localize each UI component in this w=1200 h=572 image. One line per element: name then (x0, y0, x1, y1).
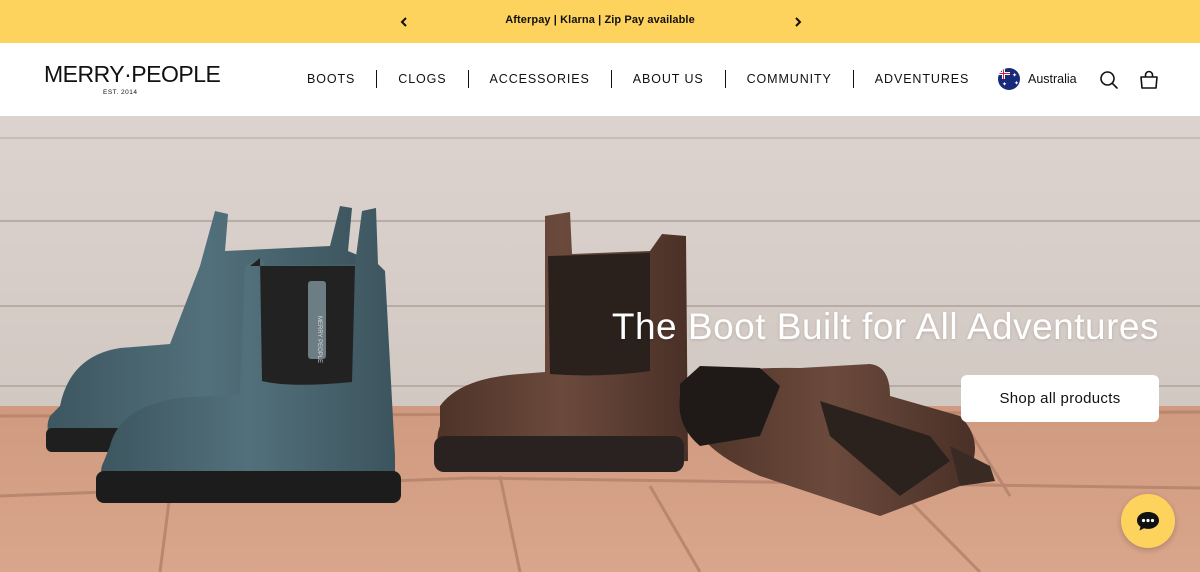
shop-all-products-button[interactable]: Shop all products (961, 375, 1159, 422)
nav-item-clogs[interactable]: CLOGS (377, 72, 467, 86)
locale-label: Australia (1028, 72, 1077, 86)
hero-title: The Boot Built for All Adventures (611, 306, 1159, 347)
nav-item-boots[interactable]: BOOTS (286, 72, 376, 86)
logo-tagline: EST. 2014 (103, 89, 138, 96)
brand-logo[interactable]: MERRY·PEOPLE EST. 2014 (44, 61, 221, 102)
nav-item-about-us[interactable]: ABOUT US (612, 72, 725, 86)
search-icon[interactable] (1098, 69, 1120, 91)
nav-item-adventures[interactable]: ADVENTURES (854, 72, 990, 86)
announcement-text: Afterpay | Klarna | Zip Pay available (505, 14, 695, 26)
hero-banner: MERRY PEOPLE The Boot Built for All Adve… (0, 116, 1200, 572)
cart-icon[interactable] (1138, 69, 1160, 91)
nav-item-community[interactable]: COMMUNITY (726, 72, 853, 86)
boot-tab-label: MERRY PEOPLE (316, 316, 322, 363)
australia-flag-icon: ✦ ✦ ✦ (998, 68, 1020, 90)
announcement-bar: Afterpay | Klarna | Zip Pay available (0, 0, 1200, 43)
site-header: MERRY·PEOPLE EST. 2014 BOOTS CLOGS ACCES… (0, 43, 1200, 116)
chevron-right-icon[interactable] (788, 12, 808, 32)
nav-item-accessories[interactable]: ACCESSORIES (469, 72, 611, 86)
logo-wordmark: MERRY·PEOPLE (44, 61, 221, 87)
main-nav: BOOTS CLOGS ACCESSORIES ABOUT US COMMUNI… (286, 69, 990, 89)
chat-icon[interactable] (1121, 494, 1175, 548)
locale-selector[interactable]: ✦ ✦ ✦ Australia (998, 68, 1077, 90)
